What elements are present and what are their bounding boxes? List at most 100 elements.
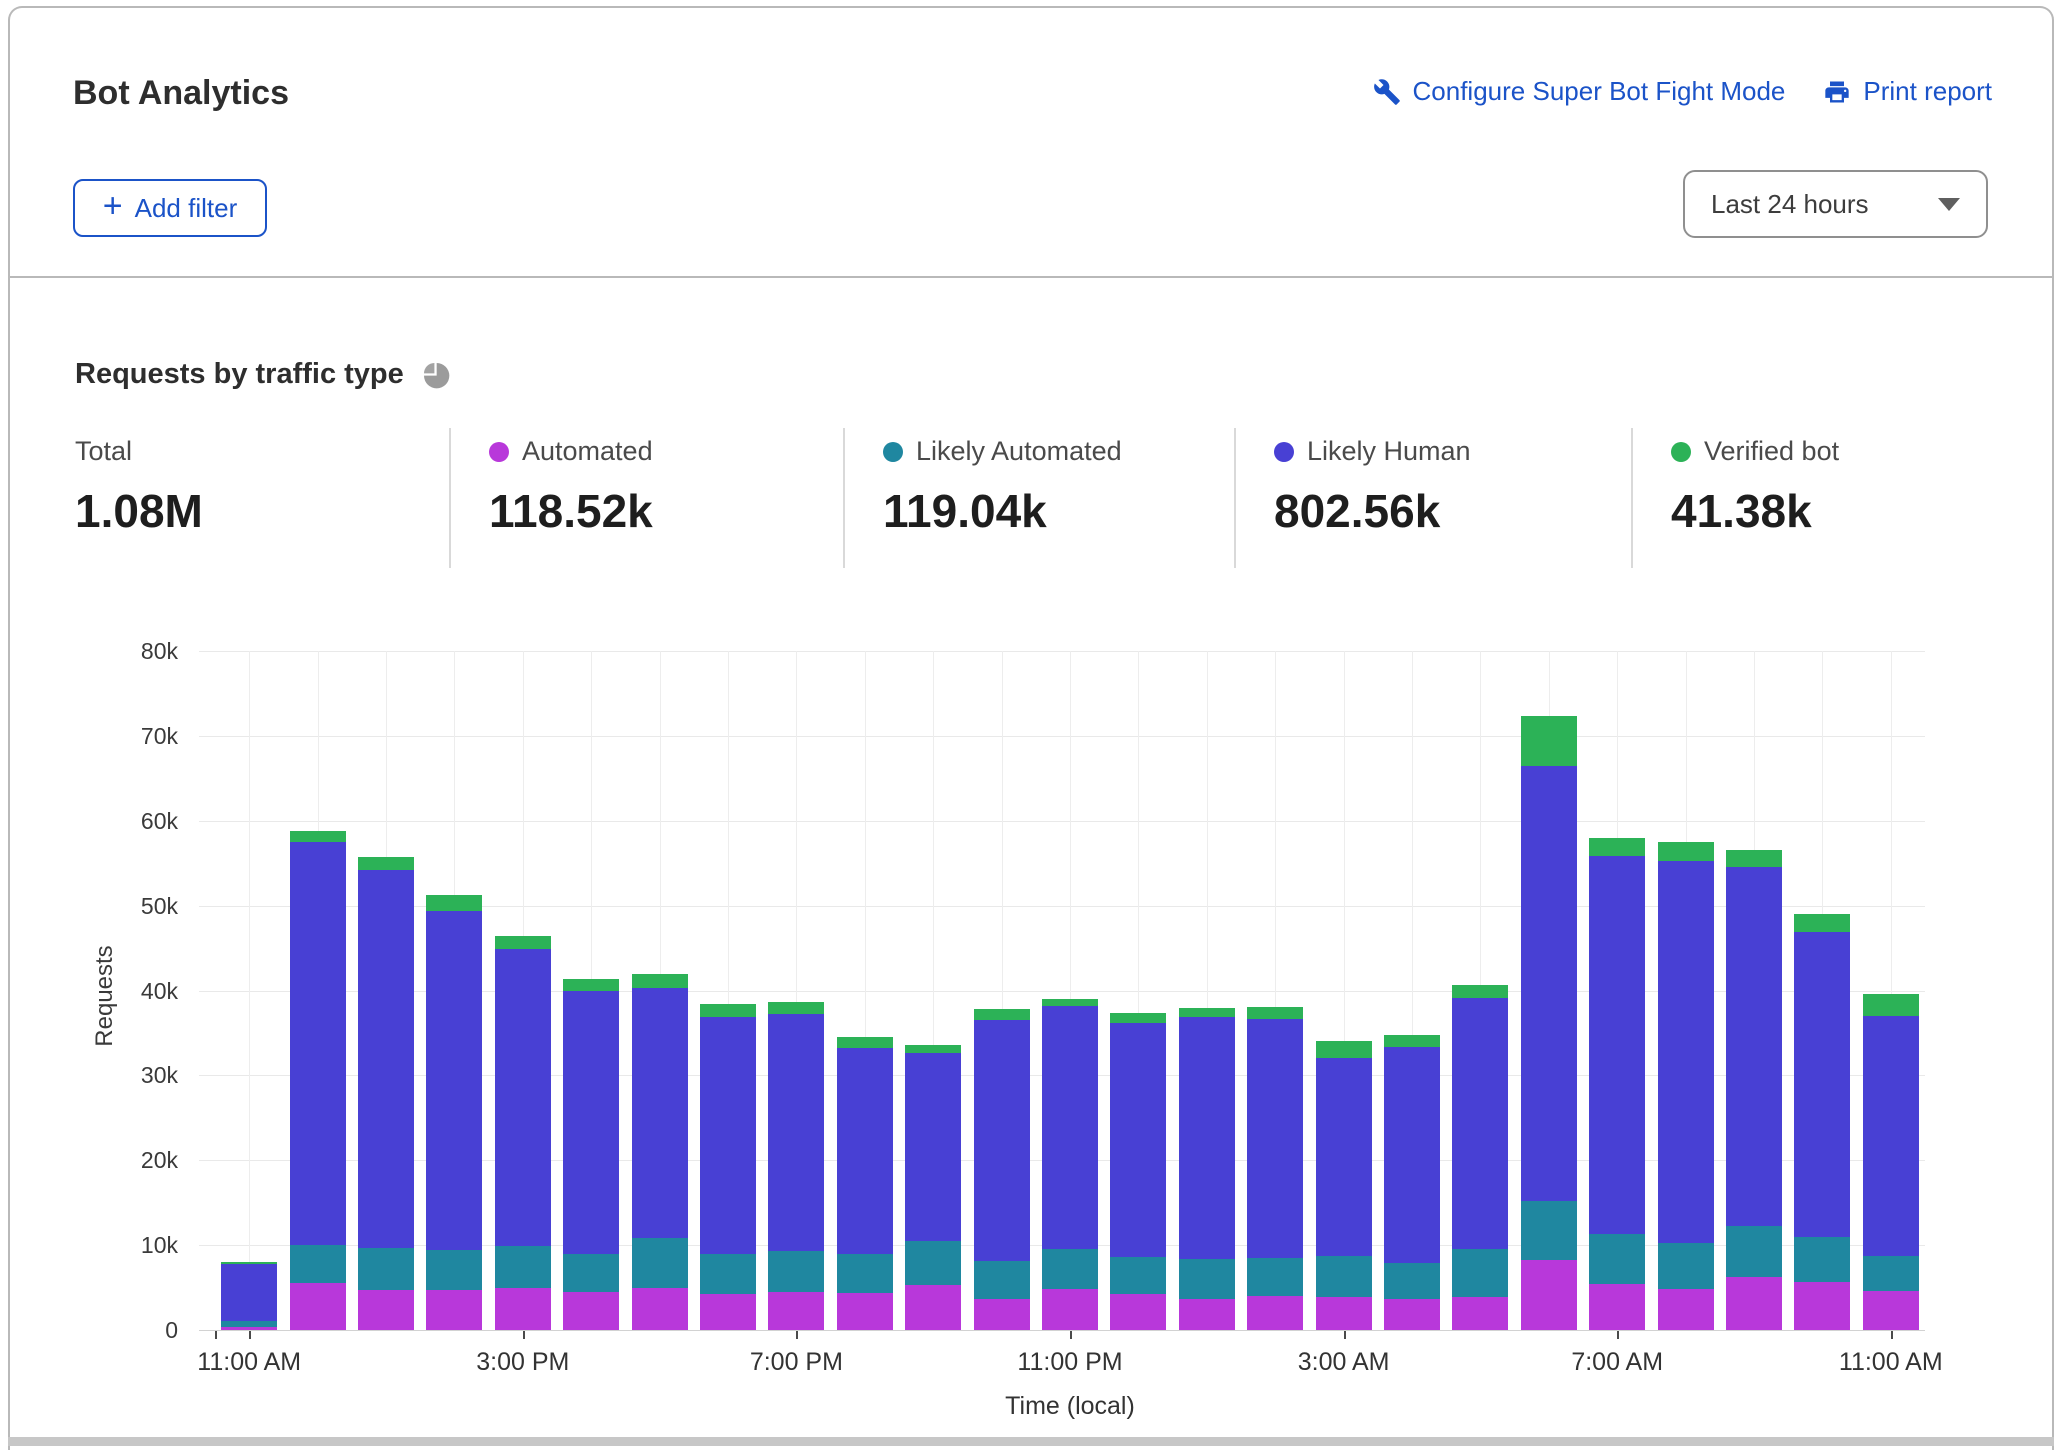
automated-bar-segment[interactable] — [1110, 1294, 1166, 1330]
automated-bar-segment[interactable] — [221, 1327, 277, 1330]
likely-human-bar-segment[interactable] — [1452, 998, 1508, 1249]
likely-automated-bar-segment[interactable] — [563, 1254, 619, 1292]
likely-human-bar-segment[interactable] — [632, 988, 688, 1238]
verified-bot-bar-segment[interactable] — [1863, 994, 1919, 1016]
automated-bar-segment[interactable] — [632, 1288, 688, 1330]
likely-human-bar-segment[interactable] — [563, 991, 619, 1253]
add-filter-button[interactable]: + Add filter — [73, 179, 267, 237]
likely-human-bar-segment[interactable] — [1794, 932, 1850, 1237]
verified-bot-bar-segment[interactable] — [1521, 716, 1577, 766]
automated-bar-segment[interactable] — [1658, 1289, 1714, 1330]
time-range-dropdown[interactable]: Last 24 hours — [1683, 170, 1988, 238]
verified-bot-bar-segment[interactable] — [768, 1002, 824, 1015]
automated-bar-segment[interactable] — [1247, 1296, 1303, 1330]
automated-bar-segment[interactable] — [1452, 1297, 1508, 1330]
verified-bot-bar-segment[interactable] — [1042, 999, 1098, 1006]
verified-bot-bar-segment[interactable] — [1247, 1007, 1303, 1018]
likely-human-bar-segment[interactable] — [1247, 1019, 1303, 1258]
likely-automated-bar-segment[interactable] — [426, 1250, 482, 1290]
likely-automated-bar-segment[interactable] — [1316, 1256, 1372, 1297]
likely-automated-bar-segment[interactable] — [1110, 1257, 1166, 1294]
automated-bar-segment[interactable] — [1589, 1284, 1645, 1330]
likely-human-bar-segment[interactable] — [290, 842, 346, 1245]
automated-bar-segment[interactable] — [1384, 1299, 1440, 1330]
automated-bar-segment[interactable] — [905, 1285, 961, 1330]
automated-bar-segment[interactable] — [290, 1283, 346, 1330]
likely-automated-bar-segment[interactable] — [358, 1248, 414, 1290]
likely-automated-bar-segment[interactable] — [1042, 1249, 1098, 1290]
print-report-link[interactable]: Print report — [1823, 76, 1992, 107]
likely-automated-bar-segment[interactable] — [221, 1321, 277, 1327]
verified-bot-bar-segment[interactable] — [290, 831, 346, 842]
automated-bar-segment[interactable] — [1042, 1289, 1098, 1330]
automated-bar-segment[interactable] — [358, 1290, 414, 1330]
likely-human-bar-segment[interactable] — [1658, 861, 1714, 1243]
likely-automated-bar-segment[interactable] — [1658, 1243, 1714, 1290]
likely-automated-bar-segment[interactable] — [495, 1246, 551, 1288]
likely-human-bar-segment[interactable] — [1042, 1006, 1098, 1249]
automated-bar-segment[interactable] — [700, 1294, 756, 1330]
verified-bot-bar-segment[interactable] — [1384, 1035, 1440, 1047]
automated-bar-segment[interactable] — [1316, 1297, 1372, 1330]
likely-automated-bar-segment[interactable] — [1384, 1263, 1440, 1299]
likely-human-bar-segment[interactable] — [905, 1053, 961, 1241]
likely-human-bar-segment[interactable] — [1863, 1016, 1919, 1256]
likely-human-bar-segment[interactable] — [700, 1017, 756, 1255]
automated-bar-segment[interactable] — [495, 1288, 551, 1330]
likely-human-bar-segment[interactable] — [426, 911, 482, 1251]
likely-human-bar-segment[interactable] — [768, 1014, 824, 1251]
configure-super-bot-fight-mode-link[interactable]: Configure Super Bot Fight Mode — [1373, 76, 1786, 107]
likely-human-bar-segment[interactable] — [1316, 1058, 1372, 1256]
automated-bar-segment[interactable] — [1794, 1282, 1850, 1330]
verified-bot-bar-segment[interactable] — [1316, 1041, 1372, 1059]
verified-bot-bar-segment[interactable] — [358, 857, 414, 870]
likely-human-bar-segment[interactable] — [1384, 1047, 1440, 1263]
likely-automated-bar-segment[interactable] — [1452, 1249, 1508, 1297]
verified-bot-bar-segment[interactable] — [1110, 1013, 1166, 1022]
verified-bot-bar-segment[interactable] — [1589, 838, 1645, 856]
likely-human-bar-segment[interactable] — [221, 1264, 277, 1321]
likely-automated-bar-segment[interactable] — [974, 1261, 1030, 1299]
likely-automated-bar-segment[interactable] — [1726, 1226, 1782, 1276]
likely-human-bar-segment[interactable] — [1179, 1017, 1235, 1259]
likely-human-bar-segment[interactable] — [1521, 766, 1577, 1201]
likely-automated-bar-segment[interactable] — [700, 1254, 756, 1294]
likely-human-bar-segment[interactable] — [1589, 856, 1645, 1235]
likely-human-bar-segment[interactable] — [1110, 1023, 1166, 1257]
likely-automated-bar-segment[interactable] — [837, 1254, 893, 1293]
automated-bar-segment[interactable] — [768, 1292, 824, 1330]
verified-bot-bar-segment[interactable] — [495, 936, 551, 949]
verified-bot-bar-segment[interactable] — [837, 1037, 893, 1048]
likely-automated-bar-segment[interactable] — [632, 1238, 688, 1289]
automated-bar-segment[interactable] — [1726, 1277, 1782, 1330]
verified-bot-bar-segment[interactable] — [221, 1262, 277, 1264]
likely-automated-bar-segment[interactable] — [1179, 1259, 1235, 1300]
likely-automated-bar-segment[interactable] — [290, 1245, 346, 1283]
verified-bot-bar-segment[interactable] — [1179, 1008, 1235, 1016]
automated-bar-segment[interactable] — [426, 1290, 482, 1330]
likely-automated-bar-segment[interactable] — [768, 1251, 824, 1292]
automated-bar-segment[interactable] — [974, 1299, 1030, 1330]
likely-human-bar-segment[interactable] — [974, 1020, 1030, 1261]
automated-bar-segment[interactable] — [1863, 1291, 1919, 1330]
likely-human-bar-segment[interactable] — [495, 949, 551, 1246]
verified-bot-bar-segment[interactable] — [1452, 985, 1508, 999]
verified-bot-bar-segment[interactable] — [1726, 850, 1782, 866]
verified-bot-bar-segment[interactable] — [632, 974, 688, 988]
verified-bot-bar-segment[interactable] — [905, 1045, 961, 1053]
likely-automated-bar-segment[interactable] — [905, 1241, 961, 1285]
automated-bar-segment[interactable] — [563, 1292, 619, 1330]
automated-bar-segment[interactable] — [1179, 1299, 1235, 1330]
likely-automated-bar-segment[interactable] — [1589, 1234, 1645, 1284]
automated-bar-segment[interactable] — [1521, 1260, 1577, 1330]
likely-automated-bar-segment[interactable] — [1521, 1201, 1577, 1260]
likely-automated-bar-segment[interactable] — [1794, 1237, 1850, 1283]
automated-bar-segment[interactable] — [837, 1293, 893, 1330]
verified-bot-bar-segment[interactable] — [1794, 914, 1850, 932]
likely-human-bar-segment[interactable] — [1726, 867, 1782, 1227]
likely-automated-bar-segment[interactable] — [1863, 1256, 1919, 1291]
verified-bot-bar-segment[interactable] — [426, 895, 482, 910]
likely-human-bar-segment[interactable] — [837, 1048, 893, 1253]
likely-automated-bar-segment[interactable] — [1247, 1258, 1303, 1296]
verified-bot-bar-segment[interactable] — [563, 979, 619, 991]
